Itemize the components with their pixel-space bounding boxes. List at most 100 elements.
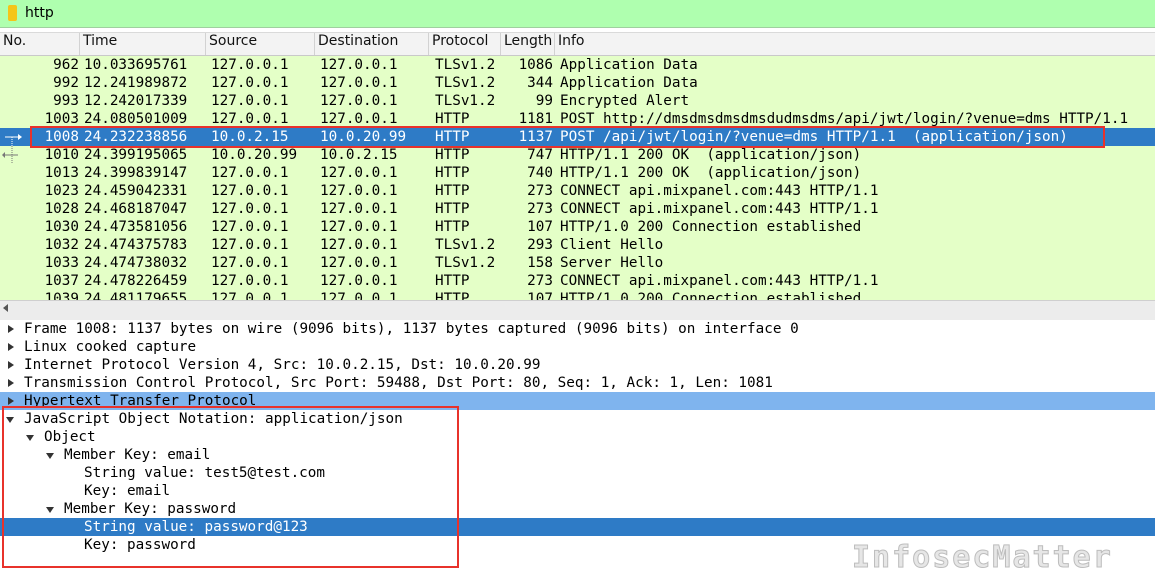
- packet-destination: 127.0.0.1: [320, 273, 398, 289]
- watermark-logo: InfosecMatter: [852, 540, 1113, 575]
- detail-tree-label: Internet Protocol Version 4, Src: 10.0.2…: [24, 357, 541, 373]
- detail-tree-item[interactable]: Member Key: password: [0, 500, 1155, 518]
- column-header-no[interactable]: No.: [0, 33, 80, 55]
- expanded-triangle-icon[interactable]: [46, 507, 54, 513]
- detail-tree-item[interactable]: Member Key: email: [0, 446, 1155, 464]
- packet-length: 273: [527, 273, 553, 289]
- packet-source: 127.0.0.1: [211, 75, 289, 91]
- detail-tree-label: JavaScript Object Notation: application/…: [24, 411, 403, 427]
- display-filter-input[interactable]: http: [25, 3, 54, 23]
- column-header-protocol[interactable]: Protocol: [429, 33, 501, 55]
- packet-row[interactable]: 1039 24.481179655 127.0.0.1 127.0.0.1 HTTP 10…: [0, 290, 1155, 300]
- packet-time: 24.473581056: [84, 219, 188, 235]
- packet-list-header: No. Time Source Destination Protocol Len…: [0, 32, 1155, 56]
- packet-info: HTTP/1.0 200 Connection established: [560, 219, 862, 235]
- packet-protocol: HTTP: [435, 111, 470, 127]
- packet-length: 1181: [518, 111, 553, 127]
- packet-length: 1137: [518, 129, 553, 145]
- packet-info: CONNECT api.mixpanel.com:443 HTTP/1.1: [560, 183, 879, 199]
- expanded-triangle-icon[interactable]: [26, 435, 34, 441]
- packet-protocol: HTTP: [435, 201, 470, 217]
- packet-no: 962: [53, 57, 79, 73]
- packet-row[interactable]: 1013 24.399839147 127.0.0.1 127.0.0.1 HTTP 74…: [0, 164, 1155, 182]
- packet-protocol: TLSv1.2: [435, 255, 496, 271]
- bookmark-icon[interactable]: [8, 5, 17, 21]
- detail-tree-item[interactable]: Linux cooked capture: [0, 338, 1155, 356]
- column-header-time[interactable]: Time: [80, 33, 206, 55]
- packet-row[interactable]: 993 12.242017339 127.0.0.1 127.0.0.1 TLSv1.2…: [0, 92, 1155, 110]
- expanded-triangle-icon[interactable]: [6, 417, 14, 423]
- packet-protocol: TLSv1.2: [435, 93, 496, 109]
- packet-no: 993: [53, 93, 79, 109]
- column-header-destination[interactable]: Destination: [315, 33, 429, 55]
- collapsed-triangle-icon[interactable]: [8, 379, 14, 387]
- packet-protocol: TLSv1.2: [435, 57, 496, 73]
- packet-protocol: TLSv1.2: [435, 237, 496, 253]
- packet-length: 107: [527, 219, 553, 235]
- packet-row[interactable]: 1033 24.474738032 127.0.0.1 127.0.0.1 TLSv1.…: [0, 254, 1155, 272]
- packet-destination: 127.0.0.1: [320, 291, 398, 300]
- column-header-info[interactable]: Info: [555, 33, 1155, 55]
- packet-row[interactable]: 1037 24.478226459 127.0.0.1 127.0.0.1 HTTP 27…: [0, 272, 1155, 290]
- packet-row[interactable]: 1010 24.399195065 10.0.20.99 10.0.2.15 HTTP 7…: [0, 146, 1155, 164]
- detail-tree-label: String value: password@123: [84, 519, 308, 535]
- packet-no: 1030: [44, 219, 79, 235]
- packet-list-horizontal-scrollbar[interactable]: [0, 300, 1155, 315]
- packet-time: 24.399839147: [84, 165, 188, 181]
- collapsed-triangle-icon[interactable]: [8, 343, 14, 351]
- display-filter-bar[interactable]: http: [0, 0, 1155, 28]
- collapsed-triangle-icon[interactable]: [8, 361, 14, 369]
- packet-length: 158: [527, 255, 553, 271]
- packet-row[interactable]: 1008 24.232238856 10.0.2.15 10.0.20.99 HTTP 1…: [0, 128, 1155, 146]
- packet-row[interactable]: 1030 24.473581056 127.0.0.1 127.0.0.1 HTTP 10…: [0, 218, 1155, 236]
- packet-source: 10.0.2.15: [211, 129, 289, 145]
- scroll-left-icon[interactable]: [3, 304, 8, 312]
- packet-info: Client Hello: [560, 237, 664, 253]
- packet-row[interactable]: 1003 24.080501009 127.0.0.1 127.0.0.1 HTTP 11…: [0, 110, 1155, 128]
- collapsed-triangle-icon[interactable]: [8, 325, 14, 333]
- packet-source: 127.0.0.1: [211, 255, 289, 271]
- detail-tree-item[interactable]: Object: [0, 428, 1155, 446]
- packet-destination: 127.0.0.1: [320, 201, 398, 217]
- packet-time: 24.474738032: [84, 255, 188, 271]
- detail-tree-item[interactable]: String value: password@123: [0, 518, 1155, 536]
- packet-source: 127.0.0.1: [211, 183, 289, 199]
- column-header-source[interactable]: Source: [206, 33, 315, 55]
- packet-info: Encrypted Alert: [560, 93, 690, 109]
- packet-length: 740: [527, 165, 553, 181]
- detail-tree-item[interactable]: Key: email: [0, 482, 1155, 500]
- detail-tree-item[interactable]: Hypertext Transfer Protocol: [0, 392, 1155, 410]
- packet-no: 1008: [44, 129, 79, 145]
- detail-tree-item[interactable]: String value: test5@test.com: [0, 464, 1155, 482]
- detail-tree-label: Key: password: [84, 537, 196, 553]
- packet-protocol: HTTP: [435, 129, 470, 145]
- packet-no: 992: [53, 75, 79, 91]
- packet-time: 10.033695761: [84, 57, 188, 73]
- packet-no: 1013: [44, 165, 79, 181]
- packet-source: 127.0.0.1: [211, 237, 289, 253]
- packet-row[interactable]: 1032 24.474375783 127.0.0.1 127.0.0.1 TLSv1.…: [0, 236, 1155, 254]
- packet-destination: 127.0.0.1: [320, 255, 398, 271]
- packet-no: 1037: [44, 273, 79, 289]
- detail-tree-label: Key: email: [84, 483, 171, 499]
- detail-tree-item[interactable]: Transmission Control Protocol, Src Port:…: [0, 374, 1155, 392]
- detail-tree-item[interactable]: Frame 1008: 1137 bytes on wire (9096 bit…: [0, 320, 1155, 338]
- packet-length: 99: [535, 93, 553, 109]
- expanded-triangle-icon[interactable]: [46, 453, 54, 459]
- packet-details-tree[interactable]: Frame 1008: 1137 bytes on wire (9096 bit…: [0, 320, 1155, 572]
- packet-time: 24.080501009: [84, 111, 188, 127]
- packet-row[interactable]: 1028 24.468187047 127.0.0.1 127.0.0.1 HTTP 27…: [0, 200, 1155, 218]
- packet-protocol: HTTP: [435, 273, 470, 289]
- packet-row[interactable]: 992 12.241989872 127.0.0.1 127.0.0.1 TLSv1.2…: [0, 74, 1155, 92]
- detail-tree-item[interactable]: JavaScript Object Notation: application/…: [0, 410, 1155, 428]
- detail-tree-label: String value: test5@test.com: [84, 465, 326, 481]
- column-header-length[interactable]: Length: [501, 33, 555, 55]
- packet-row[interactable]: 1023 24.459042331 127.0.0.1 127.0.0.1 HTTP 27…: [0, 182, 1155, 200]
- packet-info: POST http://dmsdmsdmsdmsdudmsdms/api/jwt…: [560, 111, 1129, 127]
- collapsed-triangle-icon[interactable]: [8, 397, 14, 405]
- packet-list[interactable]: 962 10.033695761 127.0.0.1 127.0.0.1 TLSv1.2…: [0, 56, 1155, 300]
- detail-tree-item[interactable]: Internet Protocol Version 4, Src: 10.0.2…: [0, 356, 1155, 374]
- packet-row[interactable]: 962 10.033695761 127.0.0.1 127.0.0.1 TLSv1.2…: [0, 56, 1155, 74]
- detail-tree-label: Object: [44, 429, 96, 445]
- packet-source: 127.0.0.1: [211, 273, 289, 289]
